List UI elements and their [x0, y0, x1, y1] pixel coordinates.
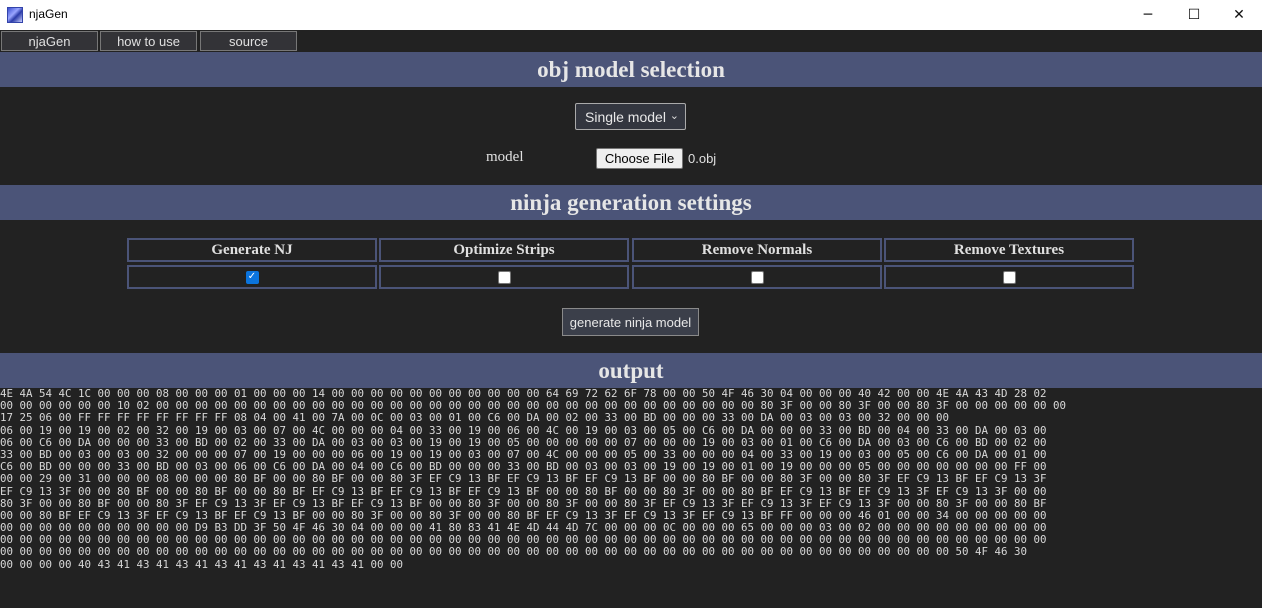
- generate-nj-checkbox[interactable]: ✓: [245, 270, 259, 284]
- header-remove-normals: Remove Normals: [632, 238, 882, 262]
- hex-line: 00 00 29 00 31 00 00 00 08 00 00 00 80 B…: [0, 473, 1047, 486]
- cell-generate-nj: ✓: [127, 265, 377, 289]
- hex-line: 00 00 00 00 40 43 41 43 41 43 41 43 41 4…: [0, 558, 404, 571]
- hex-line: [0, 583, 1262, 595]
- optimize-strips-checkbox[interactable]: [497, 270, 511, 284]
- header-remove-textures: Remove Textures: [884, 238, 1134, 262]
- nav-njagen[interactable]: njaGen: [1, 31, 98, 51]
- hex-line: 00 00 80 BF EF C9 13 3F EF C9 13 BF EF C…: [0, 509, 1047, 522]
- generate-ninja-model-button[interactable]: generate ninja model: [562, 308, 699, 336]
- close-button[interactable]: ✕: [1216, 0, 1262, 30]
- hex-line: 00 00 00 00 00 00 00 00 00 00 D9 B3 DD 3…: [0, 522, 1047, 535]
- hex-line: 06 00 19 00 19 00 02 00 32 00 19 00 03 0…: [0, 424, 1047, 437]
- hex-line: 00 00 00 00 00 00 10 02 00 00 00 00 00 0…: [0, 400, 1067, 413]
- section-obj-model-selection: obj model selection: [0, 52, 1262, 87]
- output-hex-dump: 4E 4A 54 4C 1C 00 00 00 08 00 00 00 01 0…: [0, 388, 1262, 608]
- minimize-button[interactable]: ─: [1125, 0, 1171, 30]
- cell-remove-normals: [632, 265, 882, 289]
- nav-bar: njaGen how to use source: [0, 30, 1262, 52]
- cell-optimize-strips: [379, 265, 629, 289]
- model-label: model: [486, 149, 524, 165]
- hex-line: EF C9 13 3F 00 00 80 BF 00 00 80 BF 00 0…: [0, 485, 1047, 498]
- model-mode-select[interactable]: Single model ⌄: [575, 103, 686, 130]
- section-output: output: [0, 353, 1262, 388]
- hex-line: C6 00 BD 00 00 00 33 00 BD 00 03 00 06 0…: [0, 461, 1047, 474]
- selected-file-name: 0.obj: [688, 151, 717, 166]
- section-ninja-generation-settings: ninja generation settings: [0, 185, 1262, 220]
- choose-file-button[interactable]: Choose File: [596, 148, 683, 169]
- hex-line: [0, 571, 1262, 583]
- header-generate-nj: Generate NJ: [127, 238, 377, 262]
- chevron-down-icon: ⌄: [669, 109, 679, 122]
- hex-line: 80 3F 00 00 80 BF 00 00 80 3F EF C9 13 3…: [0, 497, 1047, 510]
- hex-line: 17 25 06 00 FF FF FF FF FF FF FF FF 08 0…: [0, 412, 950, 425]
- hex-line: [0, 595, 1262, 607]
- app-icon: [7, 7, 23, 23]
- hex-line: 06 00 C6 00 DA 00 00 00 33 00 BD 00 02 0…: [0, 436, 1047, 449]
- remove-textures-checkbox[interactable]: [1002, 270, 1016, 284]
- hex-line: 00 00 00 00 00 00 00 00 00 00 00 00 00 0…: [0, 546, 1028, 559]
- header-optimize-strips: Optimize Strips: [379, 238, 629, 262]
- title-bar: njaGen ─ ☐ ✕: [0, 0, 1262, 30]
- remove-normals-checkbox[interactable]: [750, 270, 764, 284]
- window-title: njaGen: [29, 7, 68, 21]
- model-mode-value: Single model: [585, 108, 666, 125]
- hex-line: 33 00 BD 00 03 00 03 00 32 00 00 00 07 0…: [0, 448, 1047, 461]
- hex-line: 00 00 00 00 00 00 00 00 00 00 00 00 00 0…: [0, 534, 1047, 547]
- cell-remove-textures: [884, 265, 1134, 289]
- nav-how-to-use[interactable]: how to use: [100, 31, 197, 51]
- maximize-button[interactable]: ☐: [1171, 0, 1217, 30]
- nav-source[interactable]: source: [200, 31, 297, 51]
- hex-line: 4E 4A 54 4C 1C 00 00 00 08 00 00 00 01 0…: [0, 388, 1047, 400]
